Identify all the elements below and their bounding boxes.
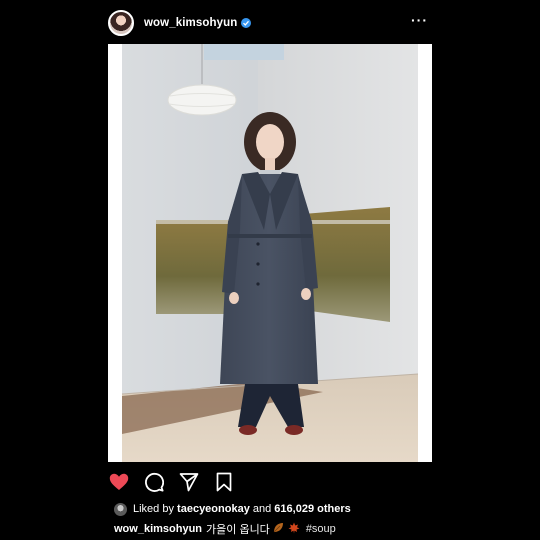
likes-prefix: Liked by [133,503,174,515]
comment-icon[interactable] [143,471,165,493]
post-photo[interactable] [108,44,432,462]
likes-summary[interactable]: Liked by taecyeonokay and 616,029 others [108,501,438,517]
send-icon[interactable] [178,471,200,493]
bookmark-icon[interactable] [213,471,235,493]
more-options-icon[interactable]: ··· [411,13,428,31]
caption-hashtag[interactable]: #soup [306,523,336,535]
maple-leaf-icon [288,522,300,537]
post-header: wow_kimsohyun ··· [108,6,432,40]
leaf-icon [272,522,284,537]
heart-filled-icon[interactable] [108,471,130,493]
liker-username[interactable]: taecyeonokay [177,503,250,515]
caption-text: 가을이 옵니다 [206,524,270,536]
likes-and: and [252,503,272,515]
post-username[interactable]: wow_kimsohyun [144,17,237,29]
liker-avatar [114,502,127,516]
instagram-post: wow_kimsohyun ··· Liked by taecyeonokay … [0,0,540,540]
likes-count[interactable]: 616,029 others [274,503,350,515]
post-actions [108,468,432,496]
post-caption: wow_kimsohyun 가을이 옵니다 #soup [114,521,438,537]
verified-badge-icon [241,18,252,28]
caption-username[interactable]: wow_kimsohyun [114,523,202,535]
profile-avatar[interactable] [108,10,134,36]
